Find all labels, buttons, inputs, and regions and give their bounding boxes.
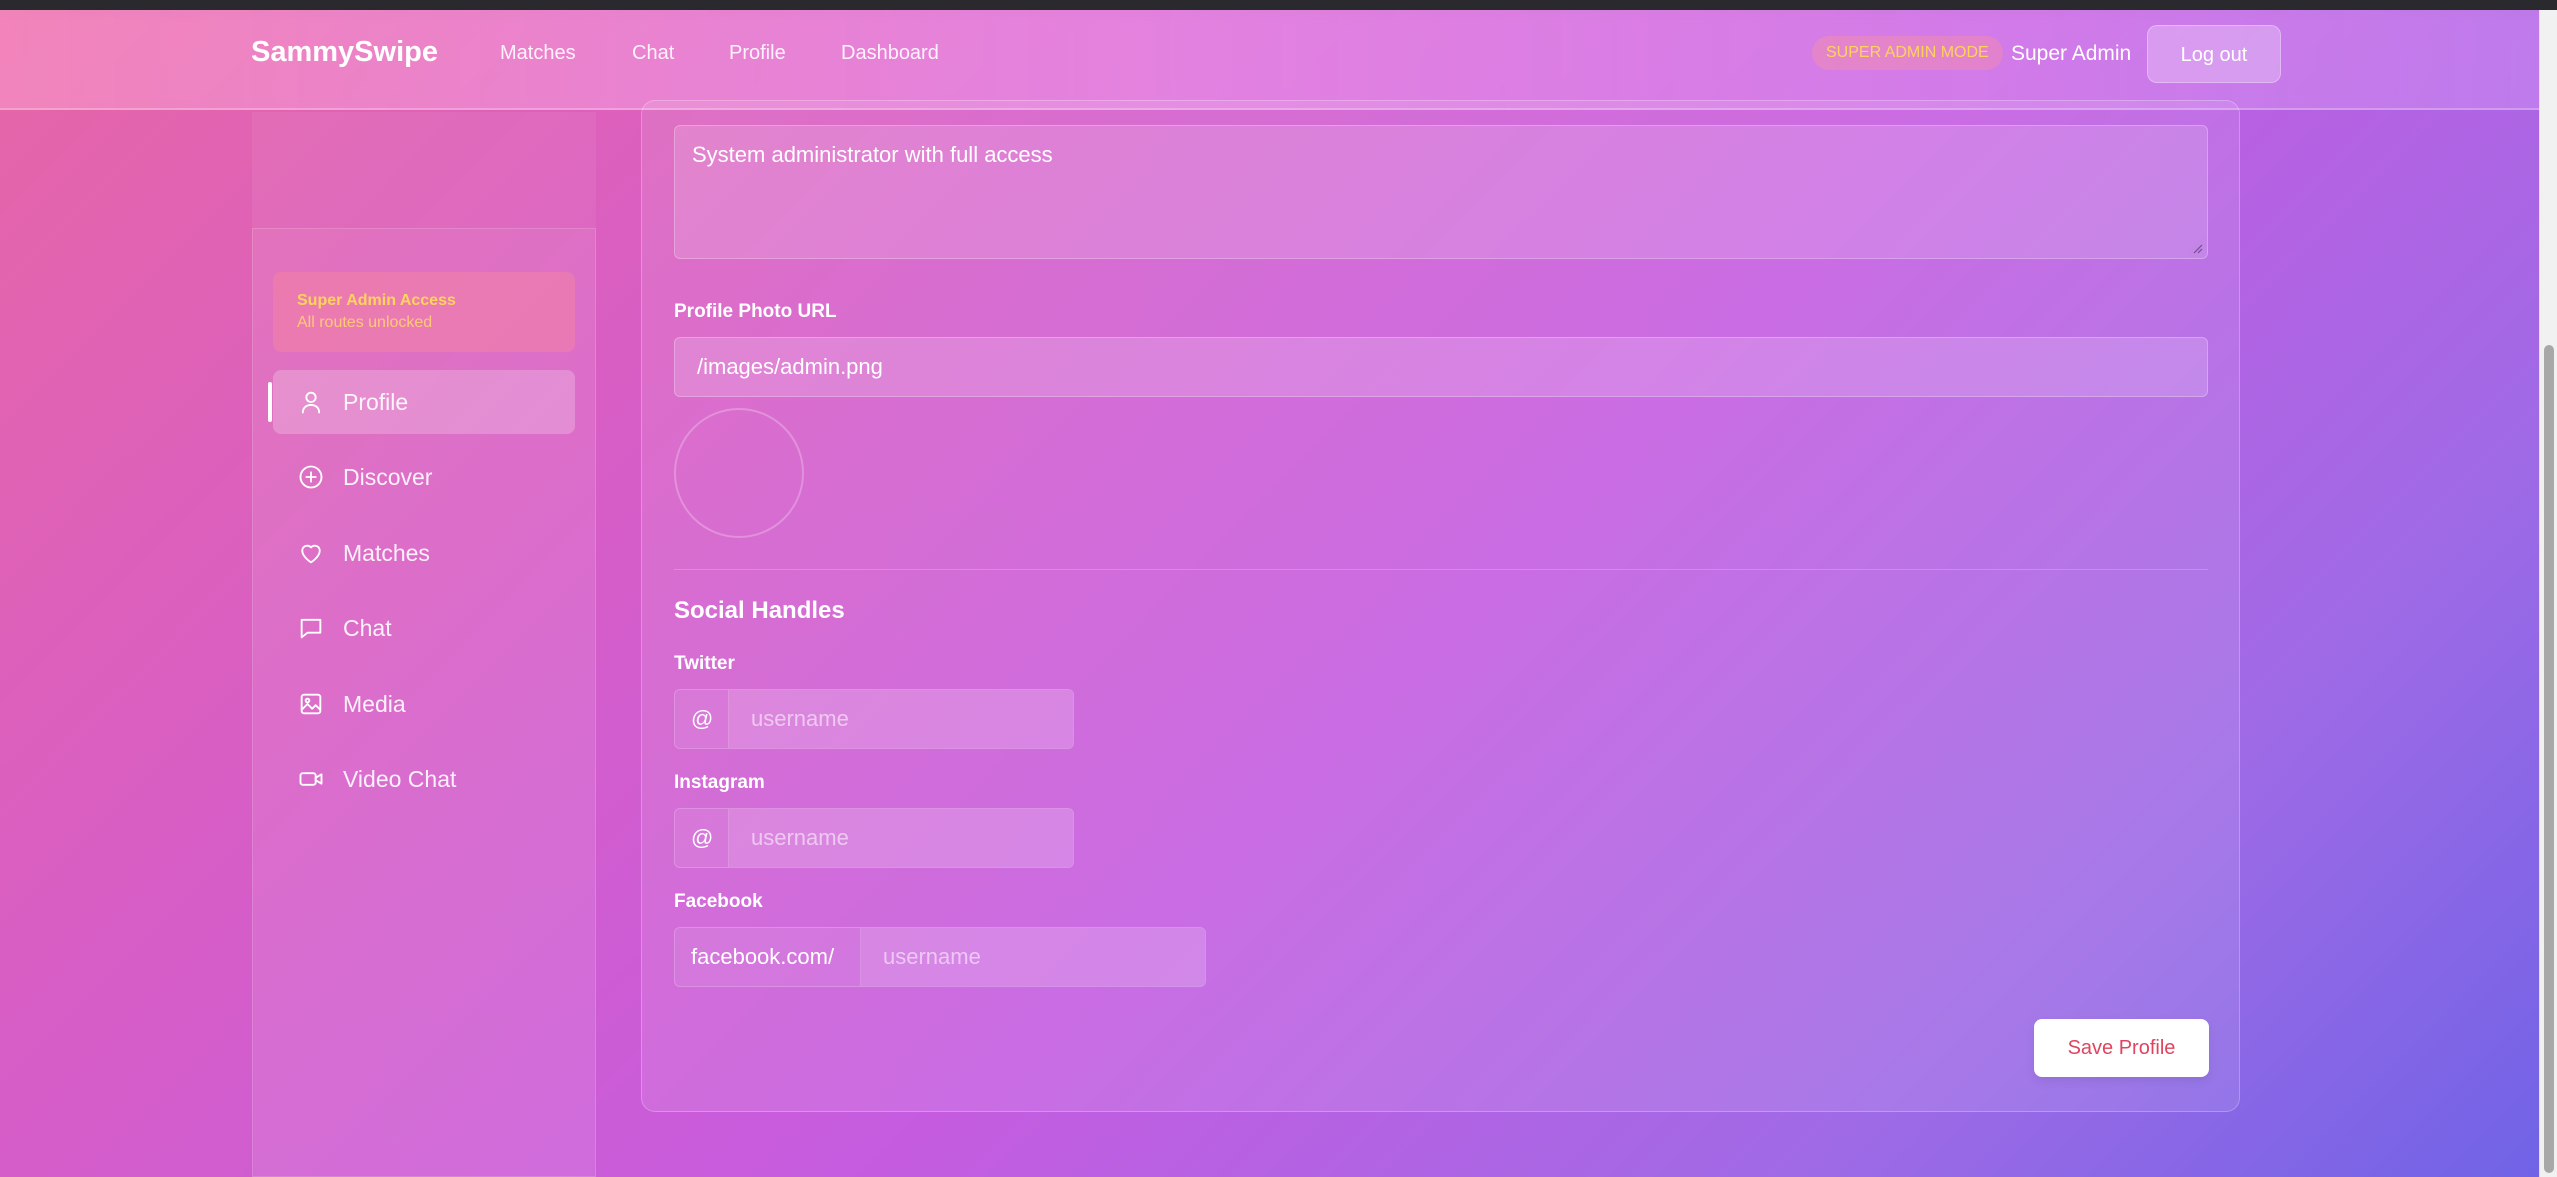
profile-form-card: System administrator with full access Pr… <box>641 100 2240 1112</box>
sidebar-item-label: Chat <box>343 614 392 641</box>
logout-button[interactable]: Log out <box>2147 25 2281 83</box>
photo-url-label: Profile Photo URL <box>674 301 837 322</box>
twitter-label: Twitter <box>674 653 735 674</box>
super-admin-mode-badge: SUPER ADMIN MODE <box>1812 36 2003 70</box>
scrollbar-thumb[interactable] <box>2544 345 2554 1173</box>
sidebar-item-chat[interactable]: Chat <box>273 596 575 660</box>
resize-grip-icon[interactable] <box>2191 242 2203 254</box>
browser-top-strip <box>0 0 2557 10</box>
bio-textarea[interactable]: System administrator with full access <box>674 125 2208 259</box>
plus-circle-icon <box>297 463 325 491</box>
instagram-label: Instagram <box>674 772 765 793</box>
user-icon <box>297 388 325 416</box>
access-title: Super Admin Access <box>297 292 456 309</box>
sidebar-item-label: Discover <box>343 463 433 490</box>
bio-text: System administrator with full access <box>692 142 1053 167</box>
twitter-username-input[interactable]: username <box>729 690 1073 748</box>
image-icon <box>297 690 325 718</box>
page-scrollbar[interactable] <box>2539 10 2557 1177</box>
sidebar-item-label: Matches <box>343 539 430 566</box>
facebook-username-input[interactable]: username <box>861 928 1205 986</box>
instagram-username-input[interactable]: username <box>729 809 1073 867</box>
facebook-prefix: facebook.com/ <box>675 928 861 986</box>
access-subtitle: All routes unlocked <box>297 314 433 331</box>
chat-bubble-icon <box>297 614 325 642</box>
avatar-preview <box>674 408 804 538</box>
nav-link-matches[interactable]: Matches <box>500 42 576 65</box>
heart-icon <box>297 539 325 567</box>
twitter-input-group: @ username <box>674 689 1074 749</box>
facebook-input-group: facebook.com/ username <box>674 927 1206 987</box>
sidebar-item-profile[interactable]: Profile <box>268 370 575 434</box>
active-indicator <box>268 382 272 422</box>
nav-link-profile[interactable]: Profile <box>729 42 786 65</box>
top-navbar: SammySwipe Matches Chat Profile Dashboar… <box>0 10 2539 110</box>
twitter-prefix: @ <box>675 690 729 748</box>
sidebar: Super Admin Access All routes unlocked P… <box>252 228 596 1177</box>
sidebar-item-label: Profile <box>343 388 409 415</box>
current-user-name: Super Admin <box>2011 42 2132 65</box>
sidebar-item-label: Media <box>343 690 406 717</box>
nav-link-dashboard[interactable]: Dashboard <box>841 42 939 65</box>
sidebar-item-discover[interactable]: Discover <box>273 445 575 509</box>
social-handles-heading: Social Handles <box>674 597 845 624</box>
sidebar-top-backdrop <box>252 112 596 228</box>
instagram-prefix: @ <box>675 809 729 867</box>
save-profile-button[interactable]: Save Profile <box>2034 1019 2209 1077</box>
sidebar-item-video-chat[interactable]: Video Chat <box>273 747 575 811</box>
facebook-label: Facebook <box>674 891 763 912</box>
section-divider <box>674 569 2208 570</box>
sidebar-item-matches[interactable]: Matches <box>273 521 575 585</box>
video-icon <box>297 765 325 793</box>
sidebar-item-media[interactable]: Media <box>273 672 575 736</box>
super-admin-access-box: Super Admin Access All routes unlocked <box>273 272 575 352</box>
instagram-input-group: @ username <box>674 808 1074 868</box>
brand-logo[interactable]: SammySwipe <box>251 36 438 69</box>
nav-link-chat[interactable]: Chat <box>632 42 674 65</box>
sidebar-item-label: Video Chat <box>343 765 457 792</box>
photo-url-input[interactable]: /images/admin.png <box>674 337 2208 397</box>
